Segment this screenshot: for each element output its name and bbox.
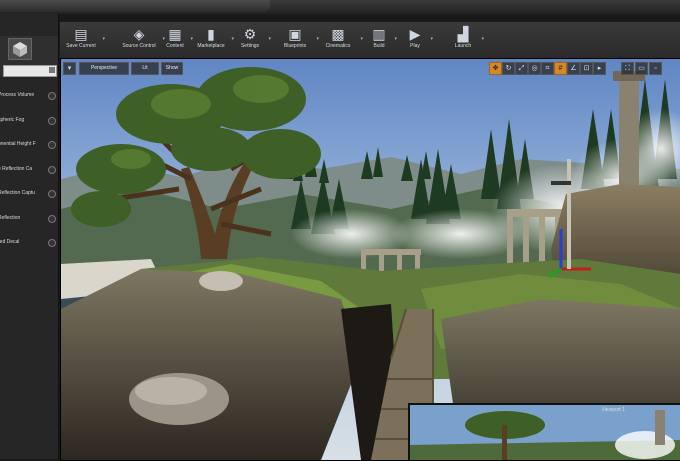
level-viewport[interactable]: ▾ Perspective Lit Show ✥ ↻ ⤢ ◎ ⌗ # ∠ ⊡ ▸… — [60, 58, 680, 461]
dropdown-caret-icon[interactable]: ▾ — [430, 36, 433, 42]
toolbar-button-label: Source Control — [122, 43, 156, 49]
place-actor-label: e Reflection Ca — [0, 165, 33, 172]
save-current-button[interactable]: ▤ Save Current ▾ — [62, 22, 105, 58]
content-icon: ▦ — [168, 26, 182, 42]
toolbar-button-label: Blueprints — [283, 43, 307, 49]
place-actor-item[interactable]: red Decal — [0, 235, 58, 249]
place-actor-label: red Decal — [0, 239, 20, 245]
place-actor-label: Reflection — [0, 214, 21, 221]
lit-mode-button[interactable]: Lit — [131, 62, 159, 75]
place-actor-item[interactable]: e Reflection Ca — [0, 162, 58, 176]
pip-title: Viewport 1 — [601, 407, 625, 413]
main-toolbar: ▤ Save Current ▾ ◈ Source Control ▾ ▦ Content ▾ ▮… — [60, 22, 680, 59]
translate-mode-icon[interactable]: ✥ — [489, 62, 502, 75]
rotation-snap-icon[interactable]: ∠ — [567, 62, 580, 75]
actor-info-icon — [48, 141, 56, 149]
viewport-options-icon[interactable]: ▾ — [63, 62, 76, 75]
world-local-icon[interactable]: ◎ — [528, 62, 541, 75]
place-actor-label: spheric Fog — [0, 116, 25, 123]
dropdown-caret-icon[interactable]: ▾ — [394, 36, 397, 42]
dropdown-caret-icon[interactable]: ▾ — [102, 36, 105, 42]
blueprints-icon: ▣ — [288, 26, 302, 42]
settings-button[interactable]: ⚙ Settings ▾ — [234, 22, 271, 58]
toolbar-button-label: Save Current — [66, 43, 96, 49]
search-classes-input[interactable] — [3, 65, 57, 77]
marketplace-button[interactable]: ▮ Marketplace ▾ — [193, 22, 234, 58]
cinematics-icon: ▩ — [331, 26, 345, 42]
place-actor-item[interactable]: onential Height F — [0, 137, 58, 151]
blueprints-button[interactable]: ▣ Blueprints ▾ — [276, 22, 319, 58]
build-button[interactable]: ▥ Build ▾ — [366, 22, 397, 58]
actor-info-icon — [48, 165, 56, 174]
maximize-viewport-icon[interactable]: ⛶ — [621, 62, 634, 75]
modes-panel: Process Volume spheric Fog onential Height… — [0, 14, 59, 459]
pip-scene — [410, 405, 680, 460]
viewport-extra-icon[interactable]: ▫ — [649, 62, 662, 75]
launch-icon: ▟ — [457, 26, 469, 42]
place-actor-item[interactable]: Reflection — [0, 211, 58, 225]
toolbar-button-label: Launch — [454, 43, 472, 49]
marketplace-icon: ▮ — [207, 26, 215, 42]
viewport-layout-icon[interactable]: ▭ — [635, 62, 648, 75]
cinematics-button[interactable]: ▩ Cinematics ▾ — [318, 22, 363, 58]
toolbar-button-label: Content — [166, 43, 184, 49]
build-icon: ▥ — [372, 26, 386, 42]
actor-info-icon — [48, 239, 56, 247]
surface-snap-icon[interactable]: ⌗ — [541, 62, 554, 75]
actor-info-icon — [48, 116, 56, 125]
dropdown-caret-icon[interactable]: ▾ — [360, 36, 363, 42]
picture-in-picture-preview: Viewport 1 — [408, 403, 680, 460]
toolbar-button-label: Settings — [240, 43, 260, 49]
viewport-toolbar: ▾ Perspective Lit Show ✥ ↻ ⤢ ◎ ⌗ # ∠ ⊡ ▸… — [61, 62, 680, 76]
search-options-icon[interactable] — [49, 67, 55, 73]
toolbar-button-label: Build — [373, 43, 385, 49]
place-actor-label: Process Volume — [0, 92, 35, 98]
settings-icon: ⚙ — [243, 26, 257, 42]
show-button[interactable]: Show — [161, 62, 183, 75]
place-actor-item[interactable]: Process Volume — [0, 88, 58, 102]
perspective-button[interactable]: Perspective — [79, 62, 129, 75]
place-actor-item[interactable]: Reflection Captu — [0, 186, 58, 200]
scale-mode-icon[interactable]: ⤢ — [515, 62, 528, 75]
actor-info-icon — [48, 190, 56, 198]
place-mode-cube-icon[interactable] — [8, 38, 32, 60]
toolbar-button-label: Play — [410, 43, 420, 49]
toolbar-button-label: Cinematics — [325, 43, 351, 49]
rotate-mode-icon[interactable]: ↻ — [502, 62, 515, 75]
dropdown-caret-icon[interactable]: ▾ — [481, 36, 484, 42]
scene-render — [61, 59, 680, 460]
place-actor-label: onential Height F — [0, 141, 36, 147]
content-button[interactable]: ▦ Content ▾ — [162, 22, 193, 58]
window-title-bar — [0, 0, 680, 14]
dropdown-caret-icon[interactable]: ▾ — [268, 36, 271, 42]
actor-info-icon — [48, 214, 56, 223]
source-control-button[interactable]: ◈ Source Control ▾ — [118, 22, 165, 58]
grid-snap-icon[interactable]: # — [554, 62, 567, 75]
camera-speed-icon[interactable]: ▸ — [593, 62, 606, 75]
source-control-icon: ◈ — [133, 26, 145, 42]
toolbar-button-label: Marketplace — [197, 43, 225, 49]
level-tab[interactable] — [0, 0, 270, 12]
play-button[interactable]: ▶ Play ▾ — [402, 22, 433, 58]
place-actor-label: Reflection Captu — [0, 190, 35, 196]
actor-info-icon — [48, 92, 56, 100]
launch-button[interactable]: ▟ Launch ▾ — [447, 22, 484, 58]
save-icon: ▤ — [74, 26, 88, 42]
scale-snap-icon[interactable]: ⊡ — [580, 62, 593, 75]
play-icon: ▶ — [409, 26, 421, 42]
place-actor-item[interactable]: spheric Fog — [0, 113, 58, 127]
